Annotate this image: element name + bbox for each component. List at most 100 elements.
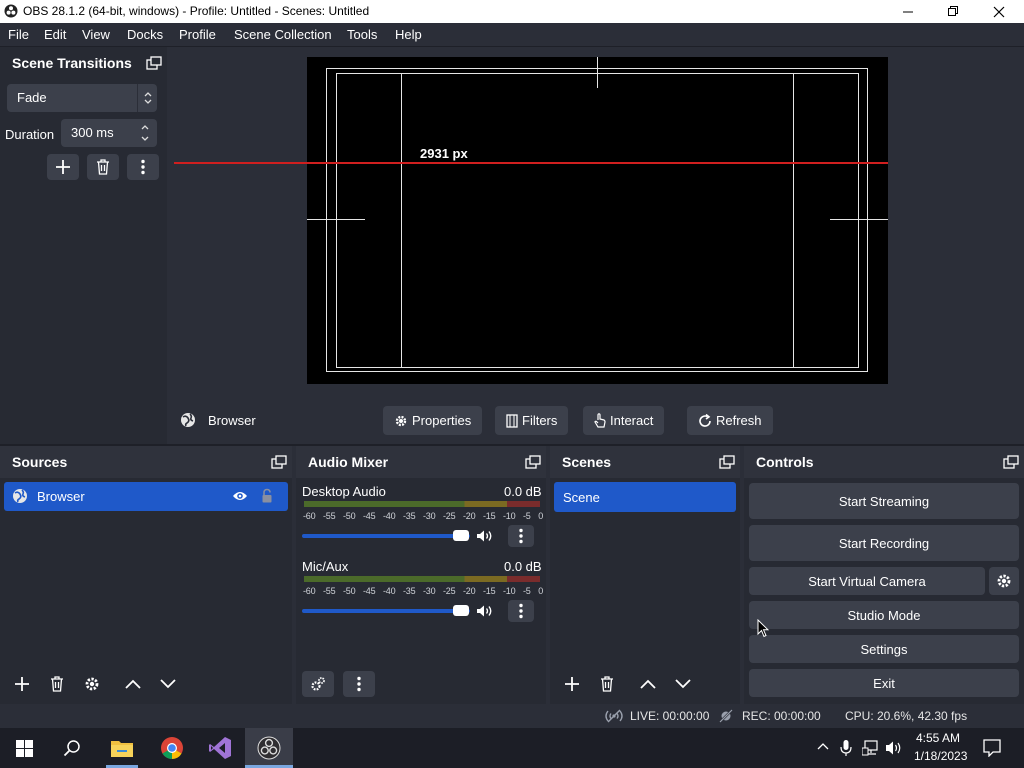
- network-icon[interactable]: [862, 740, 880, 756]
- properties-label: Properties: [412, 413, 472, 428]
- channel-menu-button[interactable]: [508, 600, 534, 622]
- volume-slider[interactable]: [302, 605, 470, 616]
- chevron-down-icon: [160, 679, 176, 689]
- dock-float-icon[interactable]: [525, 455, 541, 469]
- audio-mixer-title: Audio Mixer: [308, 454, 389, 470]
- speaker-icon[interactable]: [476, 604, 494, 618]
- clock-time[interactable]: 4:55 AM: [916, 731, 960, 745]
- mixer-channel: Desktop Audio 0.0 dB -60 -55 -50 -45 -40 -35-…: [296, 484, 546, 554]
- gear-icon: [85, 677, 99, 691]
- menu-help[interactable]: Help: [395, 27, 422, 42]
- plus-icon: [565, 677, 579, 691]
- menu-profile[interactable]: Profile: [179, 27, 216, 42]
- file-explorer-taskbar-button[interactable]: [98, 728, 146, 768]
- add-transition-button[interactable]: [47, 154, 79, 180]
- eye-visibility-icon[interactable]: [232, 490, 248, 502]
- audio-mixer-header: Audio Mixer: [296, 446, 546, 478]
- cpu-status: CPU: 20.6%, 42.30 fps: [845, 709, 968, 723]
- folder-icon: [111, 741, 133, 757]
- gears-icon: [311, 677, 325, 691]
- menu-file[interactable]: File: [8, 27, 29, 42]
- menu-docks[interactable]: Docks: [127, 27, 163, 42]
- menu-view[interactable]: View: [82, 27, 110, 42]
- kebab-menu-icon: [519, 603, 523, 619]
- spin-arrows-icon[interactable]: [140, 123, 150, 143]
- rec-status: REC: 00:00:00: [742, 709, 821, 723]
- minimize-button[interactable]: [885, 0, 931, 23]
- scene-transitions-title: Scene Transitions: [12, 55, 132, 71]
- plus-icon: [15, 677, 29, 691]
- notifications-icon[interactable]: [983, 739, 1001, 757]
- refresh-icon: [699, 413, 711, 427]
- dock-float-icon[interactable]: [146, 56, 162, 70]
- filters-button[interactable]: Filters: [495, 406, 569, 435]
- start-streaming-button[interactable]: Start Streaming: [749, 483, 1019, 519]
- speaker-icon[interactable]: [476, 529, 494, 543]
- interact-button[interactable]: Interact: [583, 406, 665, 435]
- volume-slider-handle[interactable]: [453, 530, 469, 541]
- mixer-menu-button[interactable]: [343, 671, 375, 697]
- menu-tools[interactable]: Tools: [347, 27, 377, 42]
- preview-canvas[interactable]: [307, 57, 888, 384]
- sources-title: Sources: [12, 454, 68, 470]
- settings-button[interactable]: Settings: [749, 635, 1019, 663]
- close-button[interactable]: [976, 0, 1022, 23]
- menu-scene-collection[interactable]: Scene Collection: [234, 27, 332, 42]
- virtual-camera-settings-button[interactable]: [989, 567, 1019, 595]
- volume-icon[interactable]: [885, 740, 903, 756]
- menu-edit[interactable]: Edit: [44, 27, 66, 42]
- chevron-up-icon[interactable]: [817, 742, 829, 750]
- move-source-down-button[interactable]: [152, 671, 184, 697]
- transition-properties-button[interactable]: [127, 154, 159, 180]
- interact-label: Interact: [610, 413, 654, 428]
- advanced-audio-button[interactable]: [302, 671, 334, 697]
- sources-dock: Sources Browser: [0, 446, 292, 704]
- globe-icon: [181, 413, 195, 427]
- scenes-header: Scenes: [550, 446, 740, 478]
- move-scene-up-button[interactable]: [632, 671, 664, 697]
- source-properties-button[interactable]: [76, 671, 108, 697]
- properties-button[interactable]: Properties: [383, 406, 483, 435]
- volume-meter: [304, 576, 540, 582]
- meter-scale: -60 -55 -50 -45 -40 -35 -30 -25 -20 -15 -10 -5 0: [303, 586, 543, 596]
- clock-date[interactable]: 1/18/2023: [914, 749, 967, 763]
- add-source-button[interactable]: [6, 671, 38, 697]
- channel-level: 0.0 dB: [504, 484, 542, 499]
- search-button[interactable]: [48, 728, 96, 768]
- microphone-icon[interactable]: [840, 739, 852, 757]
- exit-button[interactable]: Exit: [749, 669, 1019, 697]
- visual-studio-taskbar-button[interactable]: [196, 728, 244, 768]
- add-scene-button[interactable]: [556, 671, 588, 697]
- restore-button[interactable]: [930, 0, 976, 23]
- duration-spinbox[interactable]: 300 ms: [61, 119, 157, 147]
- source-item[interactable]: Browser: [4, 482, 288, 511]
- move-source-up-button[interactable]: [117, 671, 149, 697]
- volume-slider-handle[interactable]: [453, 605, 469, 616]
- channel-menu-button[interactable]: [508, 525, 534, 547]
- controls-dock: Controls Start Streaming Start Recording…: [744, 446, 1024, 704]
- chrome-taskbar-button[interactable]: [148, 728, 196, 768]
- remove-source-button[interactable]: [41, 671, 73, 697]
- start-recording-button[interactable]: Start Recording: [749, 525, 1019, 561]
- duration-value: 300 ms: [71, 125, 114, 140]
- scene-item[interactable]: Scene: [554, 482, 736, 512]
- move-scene-down-button[interactable]: [667, 671, 699, 697]
- lock-icon[interactable]: [261, 488, 273, 504]
- dock-float-icon[interactable]: [1003, 455, 1019, 469]
- transition-select[interactable]: Fade: [7, 84, 157, 112]
- context-source-name: Browser: [208, 413, 256, 428]
- dock-float-icon[interactable]: [271, 455, 287, 469]
- studio-mode-button[interactable]: Studio Mode: [749, 601, 1019, 629]
- volume-slider[interactable]: [302, 530, 470, 541]
- windows-taskbar: 4:55 AM 1/18/2023: [0, 728, 1024, 768]
- scene-transitions-dock: Scene Transitions Fade Duration 300 ms: [0, 47, 167, 444]
- dock-float-icon[interactable]: [719, 455, 735, 469]
- remove-scene-button[interactable]: [591, 671, 623, 697]
- remove-transition-button[interactable]: [87, 154, 119, 180]
- obs-taskbar-button[interactable]: [245, 728, 293, 768]
- refresh-button[interactable]: Refresh: [687, 406, 773, 435]
- start-virtual-camera-button[interactable]: Start Virtual Camera: [749, 567, 985, 595]
- scenes-dock: Scenes Scene: [550, 446, 740, 704]
- chevron-up-icon: [640, 679, 656, 689]
- start-button[interactable]: [0, 728, 48, 768]
